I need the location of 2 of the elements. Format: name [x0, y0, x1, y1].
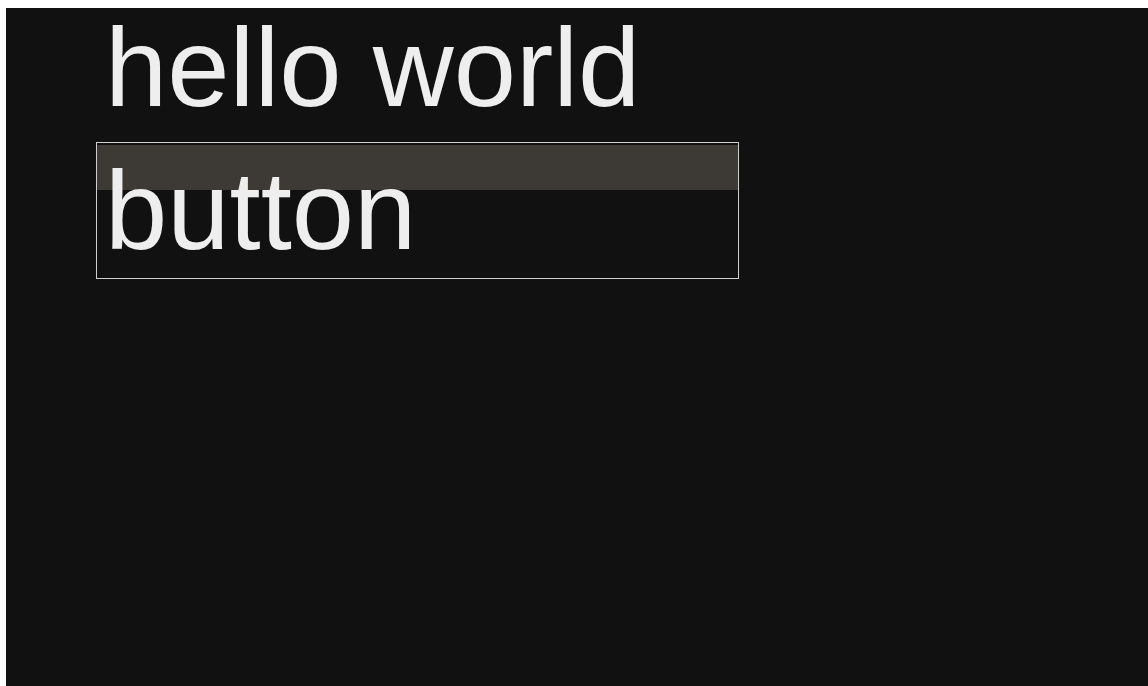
- button[interactable]: button: [96, 142, 739, 279]
- heading: hello world: [104, 8, 641, 124]
